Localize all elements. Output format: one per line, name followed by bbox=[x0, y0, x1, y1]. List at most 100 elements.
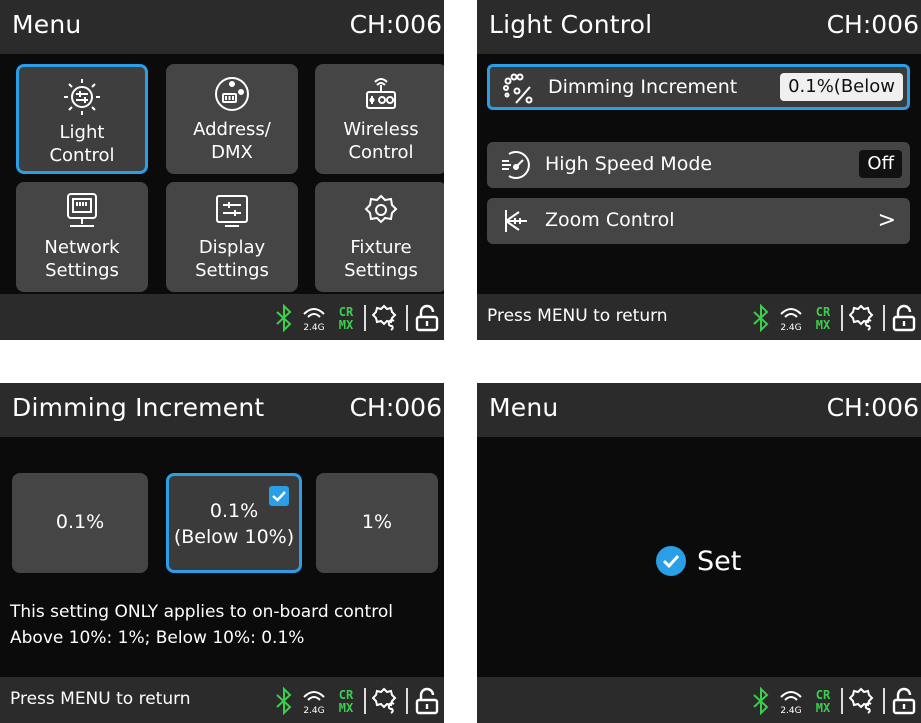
crmx-bottom-label: MX bbox=[339, 701, 354, 715]
wireless-2.4g-icon: 2.4G bbox=[303, 691, 325, 716]
option-sublabel: (Below 10%) bbox=[173, 526, 295, 548]
header: Light Control CH:006 bbox=[477, 0, 921, 54]
page-title: Light Control bbox=[489, 10, 653, 39]
option-label: 1% bbox=[361, 511, 393, 533]
bluetooth-icon bbox=[753, 304, 769, 332]
gear-icon bbox=[315, 190, 444, 232]
return-hint: Press MENU to return bbox=[487, 306, 668, 326]
gear-cs-icon bbox=[849, 304, 874, 331]
crmx-top-label: CR bbox=[816, 305, 831, 319]
unlock-icon bbox=[892, 687, 916, 715]
row-value: 0.1%(Below bbox=[780, 73, 903, 101]
tile-fixture-settings[interactable]: Fixture Settings bbox=[315, 182, 444, 292]
divider bbox=[406, 305, 408, 331]
ghz-label: 2.4G bbox=[303, 323, 324, 333]
tile-network-settings[interactable]: Network Settings bbox=[16, 182, 148, 292]
crmx-top-label: CR bbox=[339, 688, 354, 702]
header: Dimming Increment CH:006 bbox=[0, 383, 444, 437]
option-label: 0.1% bbox=[55, 511, 105, 533]
option-0.1-percent-below-10[interactable]: 0.1% (Below 10%) bbox=[166, 473, 302, 573]
header: Menu CH:006 bbox=[0, 0, 444, 54]
light-control-screen: Light Control CH:006 Dimming Increment 0… bbox=[477, 0, 921, 340]
tile-label-line2: Settings bbox=[195, 260, 269, 281]
crmx-icon: CRMX bbox=[339, 688, 354, 715]
set-text: Set bbox=[697, 545, 742, 577]
option-0.1-percent[interactable]: 0.1% bbox=[12, 473, 148, 573]
crmx-top-label: CR bbox=[816, 688, 831, 702]
option-label: 0.1% bbox=[209, 500, 259, 522]
return-hint: Press MENU to return bbox=[10, 689, 191, 709]
divider bbox=[364, 305, 366, 331]
page-title: Menu bbox=[489, 393, 559, 422]
tile-label-line2: Settings bbox=[45, 260, 119, 281]
gear-cs-icon bbox=[372, 687, 397, 714]
channel-label: CH:006 bbox=[826, 393, 919, 422]
wireless-2.4g-icon: 2.4G bbox=[303, 308, 325, 333]
gear-cs-icon bbox=[372, 304, 397, 331]
crmx-bottom-label: MX bbox=[816, 701, 831, 715]
info-note: This setting ONLY applies to on-board co… bbox=[10, 599, 393, 651]
tile-display-settings[interactable]: Display Settings bbox=[166, 182, 298, 292]
tile-label-line1: Network bbox=[44, 237, 120, 258]
page-title: Menu bbox=[12, 10, 82, 39]
network-icon bbox=[16, 190, 148, 232]
channel-label: CH:006 bbox=[826, 10, 919, 39]
status-bar: 2.4G CR MX bbox=[477, 677, 921, 723]
tile-label-line2: Control bbox=[348, 142, 414, 163]
crmx-icon: CRMX bbox=[339, 305, 354, 332]
unlock-icon bbox=[892, 304, 916, 332]
wireless-control-icon bbox=[315, 72, 444, 114]
header: Menu CH:006 bbox=[477, 383, 921, 437]
light-control-icon bbox=[19, 75, 145, 117]
set-message: Set bbox=[655, 545, 741, 577]
ghz-label: 2.4G bbox=[303, 706, 324, 716]
row-dimming-increment[interactable]: Dimming Increment 0.1%(Below bbox=[487, 64, 910, 110]
row-label: High Speed Mode bbox=[545, 153, 713, 175]
crmx-icon: CRMX bbox=[816, 305, 831, 332]
check-circle-icon bbox=[656, 546, 686, 576]
page-title: Dimming Increment bbox=[12, 393, 265, 422]
crmx-icon: CRMX bbox=[816, 688, 831, 715]
tile-label-line1: Display bbox=[198, 237, 266, 258]
bluetooth-icon bbox=[753, 687, 769, 715]
tile-label-line1: Address/ bbox=[193, 119, 271, 140]
tile-label-line1: Light bbox=[59, 122, 105, 143]
crmx-bottom-label: MX bbox=[816, 318, 831, 332]
option-1-percent[interactable]: 1% bbox=[316, 473, 438, 573]
set-confirmation-screen: Menu CH:006 Set 2.4G CR MX bbox=[477, 383, 921, 723]
wireless-2.4g-icon: 2.4G bbox=[780, 691, 802, 716]
divider bbox=[364, 688, 366, 714]
divider bbox=[841, 305, 843, 331]
row-high-speed-mode[interactable]: High Speed Mode Off bbox=[487, 142, 910, 188]
note-line-2: Above 10%: 1%; Below 10%: 0.1% bbox=[10, 628, 305, 648]
crmx-top-label: CR bbox=[339, 305, 354, 319]
row-zoom-control[interactable]: Zoom Control > bbox=[487, 198, 910, 244]
chevron-right-icon: > bbox=[877, 208, 896, 233]
dimming-percent-icon bbox=[503, 73, 533, 104]
divider bbox=[841, 688, 843, 714]
tile-label-line1: Wireless bbox=[343, 119, 419, 140]
display-icon bbox=[166, 190, 298, 232]
tile-label-line1: Fixture bbox=[350, 237, 412, 258]
row-label: Dimming Increment bbox=[548, 76, 738, 98]
tile-wireless-control[interactable]: Wireless Control bbox=[315, 64, 444, 174]
ghz-label: 2.4G bbox=[780, 323, 801, 333]
menu-screen: Menu CH:006 Light Control Address/ DMX W… bbox=[0, 0, 444, 340]
tile-address-dmx[interactable]: Address/DMX bbox=[166, 64, 298, 174]
tile-light-control[interactable]: Light Control bbox=[16, 64, 148, 174]
row-value: Off bbox=[859, 150, 902, 178]
bluetooth-icon bbox=[276, 304, 292, 332]
status-bar: Press MENU to return 2.4G CR MX bbox=[477, 294, 921, 340]
zoom-icon bbox=[505, 210, 527, 232]
bluetooth-icon bbox=[276, 687, 292, 715]
speed-icon bbox=[502, 151, 530, 179]
status-bar: Press MENU to return 2.4G CR MX bbox=[0, 677, 444, 723]
unlock-icon bbox=[415, 687, 439, 715]
tile-label-line2: Settings bbox=[344, 260, 418, 281]
unlock-icon bbox=[415, 304, 439, 332]
ghz-label: 2.4G bbox=[780, 706, 801, 716]
row-label: Zoom Control bbox=[545, 209, 675, 231]
status-bar: 2.4G CR MX bbox=[0, 294, 444, 340]
dmx-connector-icon bbox=[166, 72, 298, 114]
tile-label-line2: DMX bbox=[211, 142, 253, 163]
